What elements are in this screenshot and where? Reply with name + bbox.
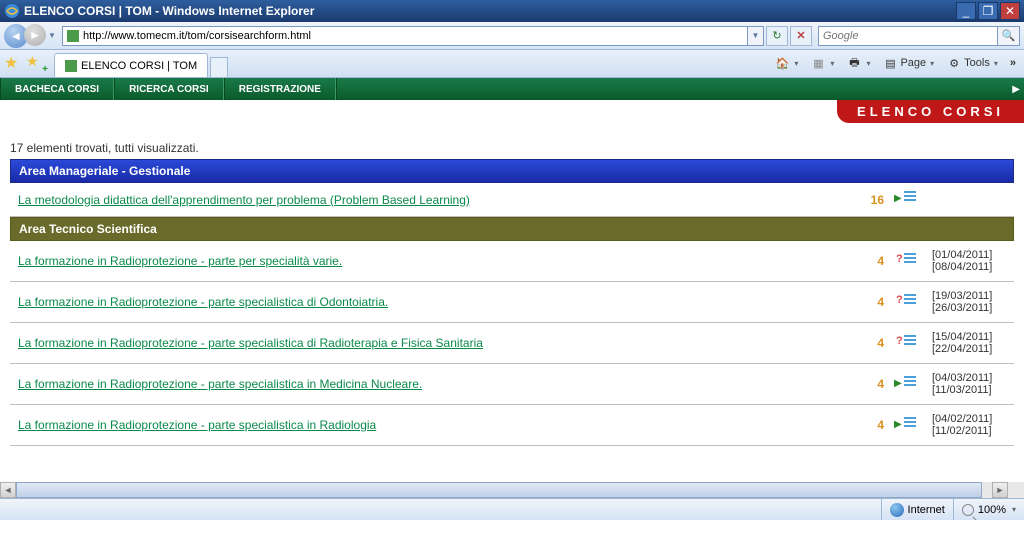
course-link[interactable]: La formazione in Radioprotezione - parte… — [18, 336, 483, 350]
rss-icon: ▦ — [810, 55, 826, 71]
course-arrow-icon[interactable]: ▶ — [900, 376, 916, 390]
globe-icon — [890, 503, 904, 517]
course-dates — [924, 183, 1014, 217]
tools-menu-button[interactable]: ⚙Tools▾ — [942, 53, 1002, 73]
home-button[interactable]: 🏠▾ — [770, 53, 802, 73]
restore-button[interactable]: ❐ — [978, 2, 998, 20]
zone-label: Internet — [908, 504, 945, 516]
add-favorite-icon[interactable]: ★ — [26, 53, 46, 73]
course-dates: [15/04/2011][22/04/2011] — [924, 323, 1014, 364]
address-field[interactable] — [62, 26, 748, 46]
course-question-icon[interactable]: ? — [900, 253, 916, 267]
toolbar-chevron[interactable]: » — [1006, 55, 1020, 71]
menu-bacheca[interactable]: BACHECA CORSI — [0, 78, 114, 100]
scroll-right-button[interactable]: ► — [992, 482, 1008, 498]
course-dates: [04/03/2011][11/03/2011] — [924, 364, 1014, 405]
scroll-corner — [1008, 482, 1024, 498]
refresh-button[interactable]: ↻ — [766, 26, 788, 46]
course-dates: [01/04/2011][08/04/2011] — [924, 241, 1014, 282]
page-menu-label: Page — [900, 57, 926, 69]
minimize-button[interactable]: _ — [956, 2, 976, 20]
course-dates: [04/02/2011][11/02/2011] — [924, 405, 1014, 446]
new-tab-button[interactable] — [210, 57, 228, 77]
search-box[interactable] — [818, 26, 998, 46]
tools-menu-label: Tools — [964, 57, 990, 69]
section-header: Area Manageriale - Gestionale — [10, 159, 1014, 183]
course-count: 4 — [852, 405, 892, 446]
course-question-icon[interactable]: ? — [900, 294, 916, 308]
page-icon: ▤ — [882, 55, 898, 71]
nav-history-dropdown[interactable]: ▼ — [46, 24, 58, 48]
course-row: La formazione in Radioprotezione - parte… — [10, 241, 1014, 282]
menu-ricerca[interactable]: RICERCA CORSI — [114, 78, 224, 100]
section-header: Area Tecnico Scientifica — [10, 217, 1014, 241]
security-zone[interactable]: Internet — [881, 499, 953, 520]
active-tab[interactable]: ELENCO CORSI | TOM — [54, 53, 208, 77]
course-dates: [19/03/2011][26/03/2011] — [924, 282, 1014, 323]
tab-bar: ★ ★ ELENCO CORSI | TOM 🏠▾ ▦▾ 🖶▾ ▤Page▾ ⚙… — [0, 50, 1024, 78]
zoom-icon — [962, 504, 974, 516]
window-title: ELENCO CORSI | TOM - Windows Internet Ex… — [24, 4, 954, 18]
site-menubar: BACHECA CORSI RICERCA CORSI REGISTRAZION… — [0, 78, 1024, 100]
course-link[interactable]: La metodologia didattica dell'apprendime… — [18, 193, 470, 207]
course-arrow-icon[interactable]: ▶ — [900, 417, 916, 431]
gear-icon: ⚙ — [946, 55, 962, 71]
nav-bar: ◄ ► ▼ ▼ ↻ ✕ 🔍 — [0, 22, 1024, 50]
course-row: La formazione in Radioprotezione - parte… — [10, 405, 1014, 446]
window-titlebar: ELENCO CORSI | TOM - Windows Internet Ex… — [0, 0, 1024, 22]
course-count: 4 — [852, 364, 892, 405]
menu-scroll-right-icon[interactable]: ▶ — [1012, 78, 1020, 100]
course-row: La formazione in Radioprotezione - parte… — [10, 282, 1014, 323]
course-link[interactable]: La formazione in Radioprotezione - parte… — [18, 254, 342, 268]
menu-registrazione[interactable]: REGISTRAZIONE — [224, 78, 336, 100]
course-count: 4 — [852, 282, 892, 323]
printer-icon: 🖶 — [846, 55, 862, 71]
site-favicon-icon — [67, 30, 79, 42]
course-question-icon[interactable]: ? — [900, 335, 916, 349]
page-banner: ELENCO CORSI — [837, 100, 1024, 123]
scroll-left-button[interactable]: ◄ — [0, 482, 16, 498]
zoom-control[interactable]: 100% ▾ — [953, 499, 1024, 520]
course-row: La formazione in Radioprotezione - parte… — [10, 364, 1014, 405]
page-menu-button[interactable]: ▤Page▾ — [878, 53, 938, 73]
course-count: 4 — [852, 241, 892, 282]
feeds-button[interactable]: ▦▾ — [806, 53, 838, 73]
content-area: BACHECA CORSI RICERCA CORSI REGISTRAZION… — [0, 78, 1024, 520]
course-link[interactable]: La formazione in Radioprotezione - parte… — [18, 377, 422, 391]
horizontal-scrollbar[interactable]: ◄ ► — [0, 482, 1008, 498]
page-header: ELENCO CORSI — [0, 100, 1024, 123]
favorites-icon[interactable]: ★ — [4, 53, 24, 73]
search-go-button[interactable]: 🔍 — [998, 26, 1020, 46]
course-row: La metodologia didattica dell'apprendime… — [10, 183, 1014, 217]
address-dropdown[interactable]: ▼ — [748, 26, 764, 46]
course-count: 4 — [852, 323, 892, 364]
address-input[interactable] — [83, 30, 743, 42]
result-count: 17 elementi trovati, tutti visualizzati. — [10, 141, 1014, 155]
course-link[interactable]: La formazione in Radioprotezione - parte… — [18, 418, 376, 432]
home-icon: 🏠 — [774, 55, 790, 71]
course-arrow-icon[interactable]: ▶ — [900, 191, 916, 205]
stop-button[interactable]: ✕ — [790, 26, 812, 46]
print-button[interactable]: 🖶▾ — [842, 53, 874, 73]
zoom-value: 100% — [978, 504, 1006, 516]
forward-button[interactable]: ► — [24, 24, 46, 46]
status-bar: Internet 100% ▾ — [0, 498, 1024, 520]
search-input[interactable] — [823, 30, 993, 42]
course-link[interactable]: La formazione in Radioprotezione - parte… — [18, 295, 388, 309]
tab-label: ELENCO CORSI | TOM — [81, 60, 197, 72]
course-row: La formazione in Radioprotezione - parte… — [10, 323, 1014, 364]
scroll-thumb[interactable] — [16, 482, 982, 498]
course-count: 16 — [852, 183, 892, 217]
tab-favicon-icon — [65, 60, 77, 72]
close-button[interactable]: ✕ — [1000, 2, 1020, 20]
ie-logo-icon — [4, 3, 20, 19]
